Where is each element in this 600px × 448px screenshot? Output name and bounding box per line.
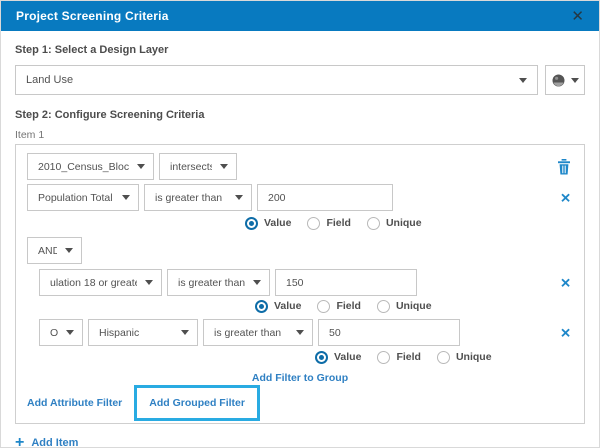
filter1-radio-field[interactable]: Field xyxy=(307,216,351,230)
globe-icon xyxy=(552,74,564,86)
chevron-down-icon xyxy=(137,164,145,169)
screening-layer-value: 2010_Census_Blocks xyxy=(38,160,129,173)
remove-filter3-button[interactable]: ✕ xyxy=(560,326,571,339)
filter1-mode-radio-group: Value Field Unique xyxy=(245,216,573,230)
filter3-operator-value: is greater than xyxy=(214,326,282,339)
design-layer-select[interactable]: Land Use xyxy=(15,65,538,95)
chevron-down-icon xyxy=(145,280,153,285)
project-screening-criteria-dialog: Project Screening Criteria ✕ Step 1: Sel… xyxy=(0,0,600,448)
spatial-operator-select[interactable]: intersects xyxy=(159,153,237,180)
chevron-down-icon xyxy=(253,280,261,285)
radio-unselected-icon xyxy=(366,216,380,230)
filter2-field-select[interactable]: ulation 18 or greater xyxy=(39,269,162,296)
filter2-operator-value: is greater than xyxy=(178,276,245,289)
filter1-field-select[interactable]: Population Total xyxy=(27,184,139,211)
filter2-field-value: ulation 18 or greater xyxy=(50,276,137,289)
chevron-down-icon xyxy=(181,330,189,335)
dialog-title: Project Screening Criteria xyxy=(16,9,169,23)
filter3-value-input[interactable] xyxy=(318,319,460,346)
chevron-down-icon xyxy=(65,248,73,253)
filter2-radio-field[interactable]: Field xyxy=(317,299,361,313)
attribute-filter-row-2: ulation 18 or greater is greater than ✕ xyxy=(39,269,573,296)
filter2-mode-radio-group: Value Field Unique xyxy=(255,299,573,313)
filter3-mode-radio-group: Value Field Unique xyxy=(315,350,573,364)
radio-selected-icon xyxy=(255,299,268,313)
spatial-operator-value: intersects xyxy=(170,160,212,173)
item-1-box: 2010_Census_Blocks intersects xyxy=(15,144,585,424)
x-icon: ✕ xyxy=(560,190,571,205)
design-layer-row: Land Use xyxy=(15,65,585,95)
filter3-field-select[interactable]: Hispanic xyxy=(88,319,198,346)
group-logic-select[interactable]: AND xyxy=(27,237,82,264)
step1-label: Step 1: Select a Design Layer xyxy=(15,44,169,56)
layer-filter-row: 2010_Census_Blocks intersects xyxy=(27,153,573,180)
remove-filter1-button[interactable]: ✕ xyxy=(560,191,571,204)
filter-actions-row: Add Attribute Filter Add Grouped Filter xyxy=(27,385,573,421)
step2-label: Step 2: Configure Screening Criteria xyxy=(15,109,205,121)
filter3-radio-value[interactable]: Value xyxy=(315,350,361,364)
group-logic-value: AND xyxy=(38,244,57,257)
radio-unselected-icon xyxy=(376,299,390,313)
add-filter-to-group-link[interactable]: Add Filter to Group xyxy=(252,372,348,384)
radio-unselected-icon xyxy=(307,216,321,230)
filter1-radio-unique[interactable]: Unique xyxy=(366,216,422,230)
radio-unselected-icon xyxy=(377,350,391,364)
design-layer-select-value: Land Use xyxy=(26,74,74,86)
radio-unselected-icon xyxy=(317,299,331,313)
radio-selected-icon xyxy=(245,216,258,230)
filter1-field-value: Population Total xyxy=(38,191,113,204)
filter3-logic-select[interactable]: OR xyxy=(39,319,83,346)
close-icon[interactable]: ✕ xyxy=(571,9,584,24)
chevron-down-icon xyxy=(235,195,243,200)
filter1-operator-value: is greater than xyxy=(155,191,223,204)
add-filter-to-group-row: Add Filter to Group xyxy=(27,372,573,384)
filter1-radio-value[interactable]: Value xyxy=(245,216,291,230)
x-icon: ✕ xyxy=(560,325,571,340)
filter2-radio-unique[interactable]: Unique xyxy=(376,299,432,313)
chevron-down-icon xyxy=(220,164,228,169)
filter3-radio-field[interactable]: Field xyxy=(377,350,421,364)
add-attribute-filter-link[interactable]: Add Attribute Filter xyxy=(27,397,122,409)
trash-icon xyxy=(558,158,570,174)
filter1-value-input[interactable] xyxy=(257,184,393,211)
filter3-field-value: Hispanic xyxy=(99,326,140,339)
group-logic-row: AND xyxy=(27,237,573,264)
filter2-radio-value[interactable]: Value xyxy=(255,299,301,313)
item-1-label: Item 1 xyxy=(15,129,45,141)
chevron-down-icon xyxy=(66,330,74,335)
screening-layer-select[interactable]: 2010_Census_Blocks xyxy=(27,153,154,180)
filter2-operator-select[interactable]: is greater than xyxy=(167,269,270,296)
chevron-down-icon xyxy=(122,195,130,200)
x-icon: ✕ xyxy=(560,275,571,290)
filter3-radio-unique[interactable]: Unique xyxy=(436,350,492,364)
chevron-down-icon xyxy=(519,77,527,83)
layer-options-button[interactable] xyxy=(545,65,585,95)
radio-selected-icon xyxy=(315,350,328,364)
attribute-filter-row-3: OR Hispanic is greater than ✕ xyxy=(39,319,573,346)
delete-item-button[interactable] xyxy=(557,158,571,175)
plus-icon: + xyxy=(15,434,25,448)
filter3-operator-select[interactable]: is greater than xyxy=(203,319,313,346)
radio-unselected-icon xyxy=(436,350,450,364)
add-item-label: Add Item xyxy=(31,437,79,448)
dialog-content: Step 1: Select a Design Layer Land Use S… xyxy=(1,31,599,448)
chevron-down-icon xyxy=(296,330,304,335)
add-grouped-filter-highlight: Add Grouped Filter xyxy=(134,385,260,421)
filter1-operator-select[interactable]: is greater than xyxy=(144,184,252,211)
chevron-down-icon xyxy=(570,77,579,83)
filter3-logic-value: OR xyxy=(50,326,58,339)
remove-filter2-button[interactable]: ✕ xyxy=(560,276,571,289)
add-item-button[interactable]: + Add Item xyxy=(15,435,585,448)
filter2-value-input[interactable] xyxy=(275,269,417,296)
dialog-header: Project Screening Criteria ✕ xyxy=(1,1,599,31)
attribute-filter-row-1: Population Total is greater than ✕ xyxy=(27,184,573,211)
add-grouped-filter-link[interactable]: Add Grouped Filter xyxy=(149,397,245,409)
